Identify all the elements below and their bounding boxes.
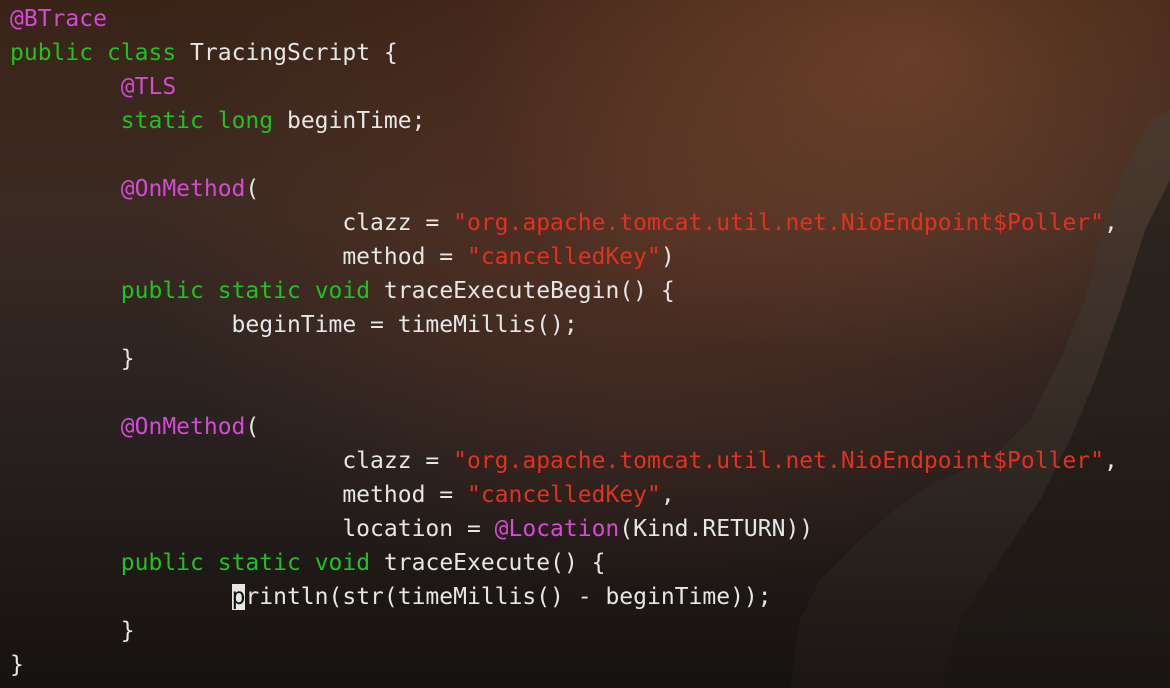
text-token: clazz = [10,448,454,474]
annotation-token: @Location [494,516,620,542]
keyword-token: class [106,40,177,66]
text-token: } [10,346,135,372]
code-line[interactable]: } [10,648,1118,682]
string-token: "cancelledKey" [466,482,661,508]
string-token: "cancelledKey" [466,244,661,270]
code-line[interactable]: @TLS [10,70,1118,104]
text-token: , [1103,448,1118,474]
keyword-token: public [120,550,204,576]
text-token: ( [245,176,260,202]
code-line[interactable]: } [10,342,1118,376]
keyword-token: static [120,108,204,134]
code-line[interactable]: } [10,614,1118,648]
code-line[interactable]: @OnMethod( [10,172,1118,206]
code-line[interactable]: public static void traceExecute() { [10,546,1118,580]
code-line[interactable]: @OnMethod( [10,410,1118,444]
text-cursor: p [231,584,246,610]
string-token: "org.apache.tomcat.util.net.NioEndpoint$… [453,448,1104,474]
text-token: method = [10,482,467,508]
text-token: } [10,652,24,678]
code-editor[interactable]: @BTrace public class TracingScript { @TLS… [10,2,1118,682]
code-line[interactable]: clazz = "org.apache.tomcat.util.net.NioE… [10,206,1118,240]
keyword-token: static [217,278,301,304]
code-line[interactable] [10,376,1118,410]
text-token: , [1103,210,1118,236]
keyword-token: public [10,40,94,66]
text-token: ) [660,244,675,270]
text-token: location = [10,516,495,542]
code-line[interactable]: @BTrace [10,2,1118,36]
code-line[interactable]: println(str(timeMillis() - beginTime)); [10,580,1118,614]
text-token: (Kind.RETURN)) [619,516,814,542]
text-token: TracingScript { [176,40,398,66]
text-token: traceExecute() { [370,550,606,576]
code-line[interactable]: static long beginTime; [10,104,1118,138]
code-line[interactable]: public class TracingScript { [10,36,1118,70]
text-token: rintln(str(timeMillis() - beginTime)); [245,584,772,610]
text-token: beginTime = timeMillis(); [10,312,578,338]
annotation-token: @OnMethod [120,176,246,202]
keyword-token: void [314,278,371,304]
code-line[interactable]: location = @Location(Kind.RETURN)) [10,512,1118,546]
text-token: ( [245,414,260,440]
annotation-token: @OnMethod [120,414,246,440]
code-line[interactable]: beginTime = timeMillis(); [10,308,1118,342]
annotation-token: @BTrace [10,6,107,32]
code-line[interactable]: method = "cancelledKey", [10,478,1118,512]
keyword-token: void [314,550,371,576]
annotation-token: @TLS [120,74,177,100]
keyword-token: static [217,550,301,576]
text-token: } [10,618,135,644]
code-line[interactable] [10,138,1118,172]
code-line[interactable]: public static void traceExecuteBegin() { [10,274,1118,308]
keyword-token: public [120,278,204,304]
text-token: method = [10,244,467,270]
code-line[interactable]: clazz = "org.apache.tomcat.util.net.NioE… [10,444,1118,478]
string-token: "org.apache.tomcat.util.net.NioEndpoint$… [453,210,1104,236]
text-token: beginTime; [273,108,426,134]
code-line[interactable]: method = "cancelledKey") [10,240,1118,274]
text-token: traceExecuteBegin() { [370,278,675,304]
keyword-token: long [217,108,274,134]
text-token: , [660,482,675,508]
text-token: clazz = [10,210,454,236]
